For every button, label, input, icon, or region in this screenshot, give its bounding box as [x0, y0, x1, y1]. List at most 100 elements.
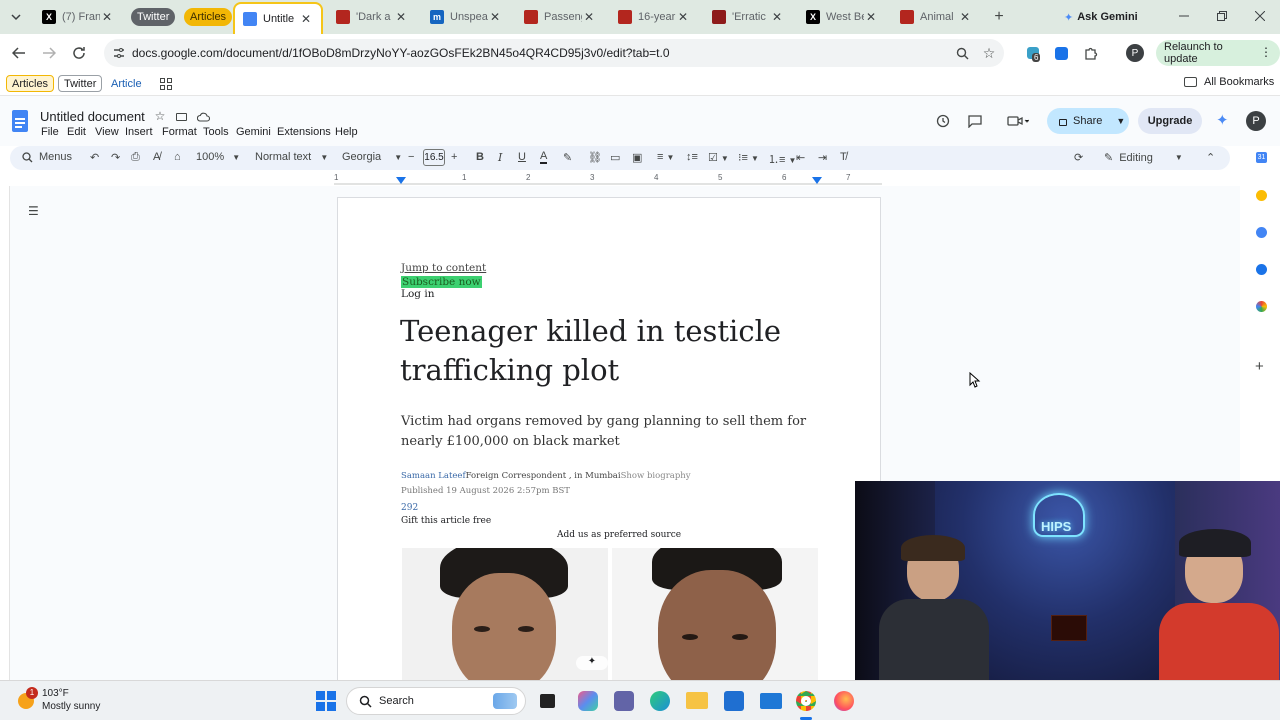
menu-insert[interactable]: Insert	[125, 126, 153, 138]
tab-6[interactable]: m Unspea ✕	[422, 4, 510, 30]
bookmark-star-icon[interactable]: ☆	[981, 45, 997, 61]
menu-extensions[interactable]: Extensions	[277, 126, 331, 138]
tab-11[interactable]: Animal ✕	[892, 4, 980, 30]
clear-formatting-icon[interactable]: T̸	[840, 151, 847, 163]
close-icon[interactable]: ✕	[676, 10, 690, 24]
apps-grid-icon[interactable]	[158, 76, 174, 92]
more-vert-icon[interactable]: ⋮	[1260, 45, 1272, 59]
file-explorer-icon[interactable]	[686, 692, 708, 709]
weather-widget[interactable]: 1 103°F Mostly sunny	[16, 687, 126, 715]
menu-gemini[interactable]: Gemini	[236, 126, 271, 138]
insert-comment-icon[interactable]: ▭	[610, 151, 620, 164]
tasks-icon[interactable]	[1256, 227, 1267, 238]
underline-icon[interactable]: U	[518, 151, 526, 163]
print-icon[interactable]: ⎙	[131, 151, 140, 164]
image-sparkle-icon[interactable]: ✦	[576, 656, 608, 670]
close-icon[interactable]: ✕	[770, 10, 784, 24]
close-icon[interactable]: ✕	[958, 10, 972, 24]
left-indent-marker[interactable]	[396, 177, 406, 184]
tab-group-articles[interactable]: Articles	[184, 8, 233, 26]
menu-view[interactable]: View	[95, 126, 119, 138]
link-icon[interactable]: ⛓	[588, 151, 602, 164]
new-tab-plus-icon[interactable]: +	[990, 8, 1008, 26]
close-icon[interactable]: ✕	[394, 10, 408, 24]
author-link[interactable]: Samaan Lateef	[401, 471, 466, 481]
increase-indent-icon[interactable]: ⇥	[818, 151, 827, 164]
gemini-sparkle-icon[interactable]: ✦	[1216, 111, 1229, 129]
zoom-select[interactable]: 100% ▼	[196, 151, 240, 163]
insert-image-icon[interactable]: ▣	[632, 151, 642, 164]
relaunch-button[interactable]: Relaunch to update ⋮	[1156, 40, 1280, 66]
menu-file[interactable]: File	[41, 126, 59, 138]
share-button[interactable]: Share ▼	[1047, 108, 1129, 134]
minimize-icon[interactable]	[1176, 8, 1192, 24]
font-select[interactable]: Georgia ▼	[342, 151, 402, 163]
account-avatar[interactable]: P	[1246, 111, 1266, 131]
forward-arrow-icon[interactable]	[40, 44, 58, 62]
extension-blue-icon[interactable]	[1052, 44, 1070, 62]
keep-icon[interactable]	[1256, 190, 1267, 201]
comments-icon[interactable]	[966, 112, 984, 130]
ask-gemini-button[interactable]: ✦ Ask Gemini	[1064, 8, 1138, 26]
taskbar-search-box[interactable]: Search	[346, 687, 526, 715]
font-size-input[interactable]: 16.5	[423, 149, 445, 166]
close-icon[interactable]: ✕	[488, 10, 502, 24]
docs-logo-icon[interactable]	[12, 110, 28, 132]
contacts-icon[interactable]	[1256, 264, 1267, 275]
reload-icon[interactable]	[70, 44, 88, 62]
preferred-source-link[interactable]: Add us as preferred source	[557, 530, 681, 540]
tab-9[interactable]: 'Erratic ✕	[704, 4, 792, 30]
italic-icon[interactable]: I	[498, 151, 502, 164]
document-title[interactable]: Untitled document	[40, 109, 145, 124]
windows-start-icon[interactable]	[316, 691, 336, 711]
comments-count[interactable]: 292	[401, 503, 418, 513]
extensions-puzzle-icon[interactable]	[1082, 44, 1100, 62]
paint-format-icon[interactable]: ⌂	[174, 151, 181, 163]
teams-icon[interactable]	[614, 691, 634, 711]
tab-search-chevron-icon[interactable]	[8, 9, 24, 25]
version-history-icon[interactable]	[934, 112, 952, 130]
add-addon-icon[interactable]: +	[1255, 358, 1264, 375]
zoom-search-icon[interactable]	[954, 45, 970, 61]
menu-format[interactable]: Format	[162, 126, 197, 138]
close-icon[interactable]: ✕	[864, 10, 878, 24]
bookmark-articles[interactable]: Articles	[6, 75, 55, 92]
tab-10[interactable]: X West Be ✕	[798, 4, 886, 30]
redo-icon[interactable]: ↷	[111, 151, 120, 164]
tab-8[interactable]: 16-year ✕	[610, 4, 698, 30]
move-folder-icon[interactable]	[174, 110, 188, 124]
bold-icon[interactable]: B	[476, 151, 484, 163]
tab-active-docs[interactable]: Untitle ✕	[233, 2, 323, 34]
task-view-icon[interactable]	[540, 694, 555, 708]
extension-icon[interactable]: 6	[1024, 44, 1042, 62]
font-size-increase-icon[interactable]: +	[451, 151, 457, 163]
undo-icon[interactable]: ↶	[90, 151, 99, 164]
tab-1[interactable]: X (7) Fran ✕	[34, 4, 122, 30]
all-bookmarks-button[interactable]: All Bookmarks	[1184, 76, 1274, 88]
tab-group-twitter[interactable]: Twitter	[131, 8, 176, 26]
line-spacing-icon[interactable]: ↕≡	[686, 151, 698, 163]
chrome-icon[interactable]	[796, 691, 816, 711]
close-icon[interactable]: ✕	[582, 10, 596, 24]
window-close-icon[interactable]	[1252, 8, 1268, 24]
star-icon[interactable]: ☆	[153, 109, 167, 123]
highlight-icon[interactable]: ✎	[563, 151, 572, 164]
spellcheck-icon[interactable]: A̸	[153, 151, 160, 163]
upgrade-button[interactable]: Upgrade	[1138, 108, 1202, 134]
collapse-chevron-up-icon[interactable]: ⌃	[1206, 151, 1215, 164]
close-icon[interactable]: ✕	[100, 10, 114, 24]
login-link[interactable]: Log in	[401, 288, 434, 300]
edge-icon[interactable]	[650, 691, 670, 711]
decrease-indent-icon[interactable]: ⇤	[796, 151, 805, 164]
firefox-icon[interactable]	[834, 691, 854, 711]
site-info-icon[interactable]	[112, 46, 126, 60]
bookmark-article[interactable]: Article	[106, 75, 147, 92]
align-icon[interactable]: ≡ ▼	[657, 151, 674, 163]
jump-to-content-link[interactable]: Jump to content	[401, 262, 486, 274]
text-color-icon[interactable]: A	[540, 151, 548, 164]
editing-mode-select[interactable]: ✎ Editing ▼	[1104, 151, 1183, 165]
style-select[interactable]: Normal text ▼	[255, 151, 328, 163]
menus-search-button[interactable]: Menus	[22, 151, 72, 163]
document-outline-icon[interactable]: ☰	[28, 204, 39, 218]
gift-article-link[interactable]: Gift this article free	[401, 516, 491, 526]
